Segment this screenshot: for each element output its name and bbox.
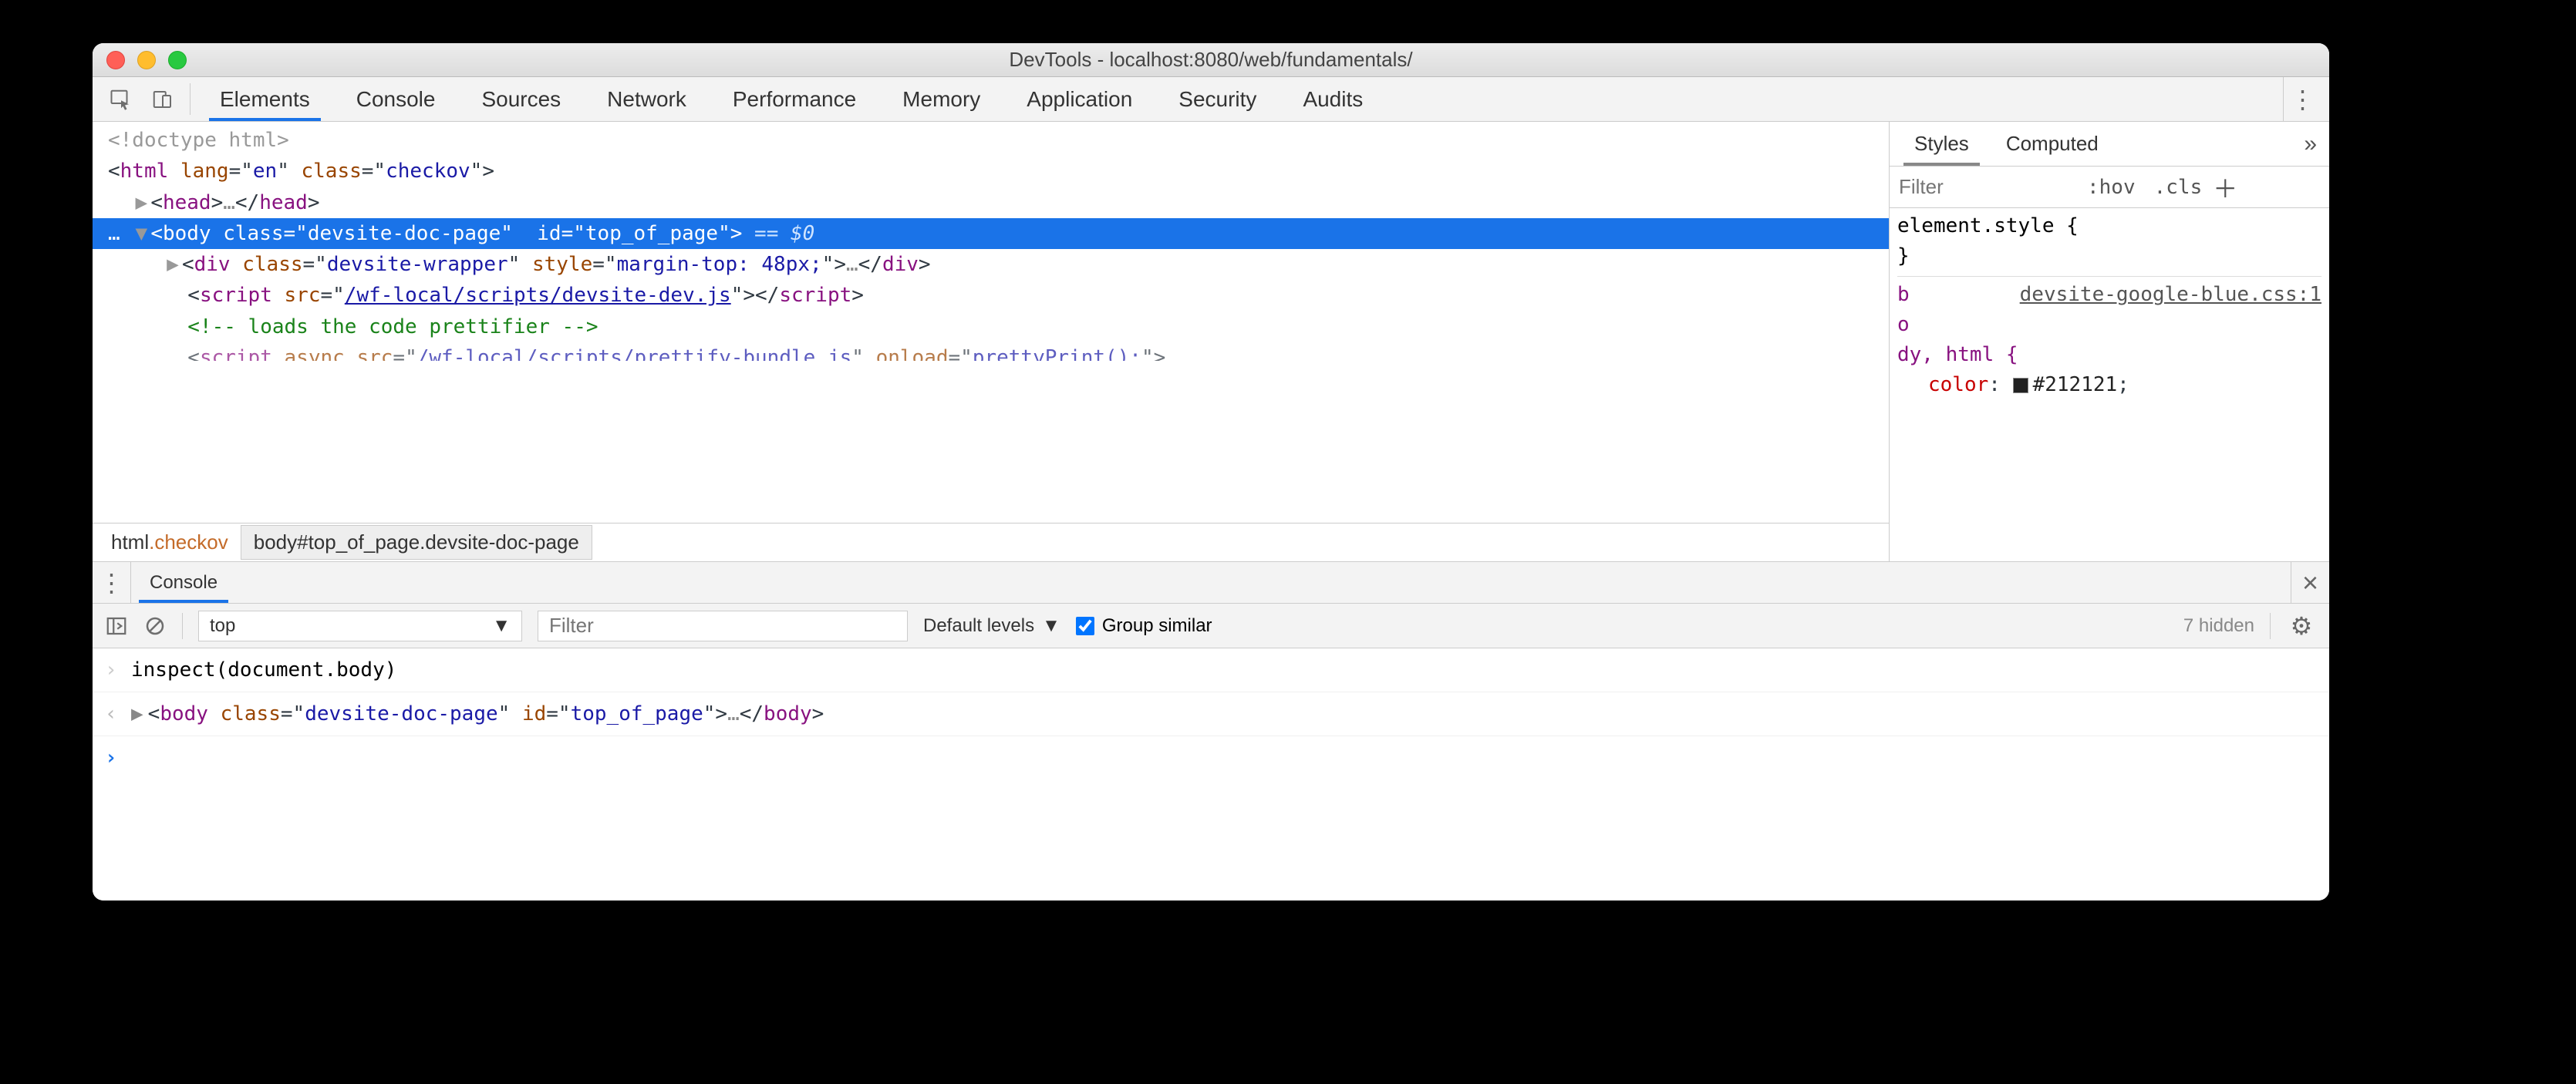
devtools-window: DevTools - localhost:8080/web/fundamenta… — [93, 43, 2329, 901]
chevron-down-icon: ▼ — [1042, 615, 1060, 637]
computed-tab[interactable]: Computed — [1988, 122, 2117, 166]
comment-node[interactable]: <!-- loads the code prettifier --> — [108, 311, 1889, 342]
group-similar-checkbox[interactable]: Group similar — [1076, 615, 1212, 637]
tab-label: Computed — [2006, 132, 2099, 156]
tab-elements[interactable]: Elements — [197, 77, 333, 121]
drawer-tab-console[interactable]: Console — [131, 562, 236, 603]
tab-audits[interactable]: Audits — [1280, 77, 1386, 121]
cls-toggle[interactable]: .cls — [2146, 174, 2210, 200]
css-property-name[interactable]: color — [1928, 373, 1988, 396]
tab-security[interactable]: Security — [1155, 77, 1280, 121]
expand-toggle-icon[interactable]: ▶ — [131, 697, 143, 731]
new-style-rule-icon[interactable]: ＋ — [2213, 170, 2237, 205]
divider — [2270, 613, 2271, 639]
tab-memory[interactable]: Memory — [879, 77, 1003, 121]
rule-selector-part: b — [1897, 280, 1910, 310]
tab-sources[interactable]: Sources — [458, 77, 584, 121]
script-node-2[interactable]: <script async src="/wf-local/scripts/pre… — [108, 342, 1889, 361]
more-menu-icon[interactable]: ⋮ — [2283, 77, 2321, 121]
body-node-selected[interactable]: … ▼<body class="devsite-doc-page" id="to… — [93, 218, 1889, 249]
group-similar-label: Group similar — [1102, 615, 1212, 637]
tab-label: Security — [1178, 87, 1256, 112]
tab-label: Network — [607, 87, 686, 112]
elements-panel: <!doctype html> <html lang="en" class="c… — [93, 122, 1890, 561]
rule-selector-part: o — [1897, 310, 2321, 340]
css-rule[interactable]: b devsite-google-blue.css:1 o dy, html {… — [1897, 276, 2321, 400]
doctype-node[interactable]: <!doctype html> — [108, 129, 289, 152]
main-area: <!doctype html> <html lang="en" class="c… — [93, 122, 2329, 561]
drawer-menu-icon[interactable]: ⋮ — [93, 562, 131, 603]
input-icon: › — [105, 653, 131, 687]
tab-label: Styles — [1914, 132, 1969, 156]
styles-filter-input[interactable] — [1899, 173, 2076, 202]
dom-tree[interactable]: <!doctype html> <html lang="en" class="c… — [93, 122, 1889, 523]
close-drawer-icon[interactable]: × — [2291, 562, 2329, 603]
tab-network[interactable]: Network — [584, 77, 710, 121]
main-tab-strip: Elements Console Sources Network Perform… — [93, 77, 2329, 122]
console-input-echo[interactable]: › inspect(document.body) — [93, 648, 2329, 692]
head-node[interactable]: ▶<head>…</head> — [108, 187, 1889, 218]
window-title: DevTools - localhost:8080/web/fundamenta… — [93, 48, 2329, 72]
console-drawer: ⋮ Console × top ▼ Default levels ▼ — [93, 561, 2329, 901]
console-settings-icon[interactable]: ⚙ — [2286, 611, 2317, 641]
tab-label: Audits — [1303, 87, 1363, 112]
rule-close: } — [1897, 244, 1910, 268]
inspect-element-icon[interactable] — [100, 77, 142, 121]
tab-performance[interactable]: Performance — [710, 77, 879, 121]
tab-label: Console — [150, 572, 217, 594]
styles-filter-bar: :hov .cls ＋ — [1890, 167, 2329, 208]
breadcrumb-html[interactable]: html.checkov — [99, 526, 241, 559]
context-select[interactable]: top ▼ — [198, 611, 522, 641]
device-toolbar-icon[interactable] — [142, 77, 184, 121]
output-icon: ‹ — [105, 697, 131, 731]
script-node-1[interactable]: <script src="/wf-local/scripts/devsite-d… — [108, 280, 1889, 311]
tab-label: Application — [1027, 87, 1132, 112]
hov-toggle[interactable]: :hov — [2079, 174, 2143, 200]
rule-selector: element.style { — [1897, 214, 2079, 237]
rule-source-link[interactable]: devsite-google-blue.css:1 — [2020, 280, 2321, 310]
tab-label: Console — [356, 87, 436, 112]
tab-label: Elements — [220, 87, 310, 112]
css-property-value[interactable]: #212121 — [2033, 373, 2118, 396]
show-sidebar-icon[interactable] — [105, 614, 128, 638]
prompt-icon: › — [105, 741, 131, 775]
styles-sidebar: Styles Computed » :hov .cls ＋ element.st… — [1890, 122, 2329, 561]
element-style-rule[interactable]: element.style { } — [1897, 211, 2321, 271]
log-levels-select[interactable]: Default levels ▼ — [923, 615, 1060, 637]
context-value: top — [210, 615, 235, 637]
more-tabs-icon[interactable]: » — [2304, 122, 2329, 166]
console-toolbar: top ▼ Default levels ▼ Group similar 7 h… — [93, 604, 2329, 648]
collapse-toggle-icon[interactable]: ▼ — [132, 218, 150, 249]
tab-label: Memory — [902, 87, 980, 112]
divider — [182, 613, 183, 639]
expand-toggle-icon[interactable]: ▶ — [132, 187, 150, 218]
style-rules[interactable]: element.style { } b devsite-google-blue.… — [1890, 208, 2329, 561]
divider — [190, 83, 191, 115]
styles-tab-strip: Styles Computed » — [1890, 122, 2329, 167]
div-node[interactable]: ▶<div class="devsite-wrapper" style="mar… — [108, 249, 1889, 280]
tab-console[interactable]: Console — [333, 77, 459, 121]
drawer-tab-strip: ⋮ Console × — [93, 562, 2329, 604]
window-titlebar: DevTools - localhost:8080/web/fundamenta… — [93, 43, 2329, 77]
console-filter-input[interactable] — [538, 611, 908, 641]
console-command-text: inspect(document.body) — [131, 653, 396, 687]
chevron-down-icon: ▼ — [492, 615, 511, 637]
tab-label: Sources — [481, 87, 561, 112]
html-open-tag[interactable]: <html lang="en" class="checkov"> — [108, 156, 1889, 187]
breadcrumb-body[interactable]: body#top_of_page.devsite-doc-page — [241, 525, 592, 560]
console-body: › inspect(document.body) ‹ ▶ <body class… — [93, 648, 2329, 901]
console-result[interactable]: ‹ ▶ <body class="devsite-doc-page" id="t… — [93, 692, 2329, 736]
group-similar-input[interactable] — [1076, 617, 1094, 635]
breadcrumb: html.checkov body#top_of_page.devsite-do… — [93, 523, 1889, 561]
clear-console-icon[interactable] — [143, 614, 167, 638]
tab-application[interactable]: Application — [1003, 77, 1155, 121]
rule-selector-part: dy, html { — [1897, 343, 2018, 366]
color-swatch[interactable] — [2013, 378, 2028, 393]
console-prompt[interactable]: › — [93, 736, 2329, 779]
expand-toggle-icon[interactable]: ▶ — [164, 249, 182, 280]
hidden-messages-count[interactable]: 7 hidden — [2183, 615, 2254, 637]
styles-tab[interactable]: Styles — [1896, 122, 1988, 166]
levels-label: Default levels — [923, 615, 1034, 637]
tab-label: Performance — [733, 87, 856, 112]
